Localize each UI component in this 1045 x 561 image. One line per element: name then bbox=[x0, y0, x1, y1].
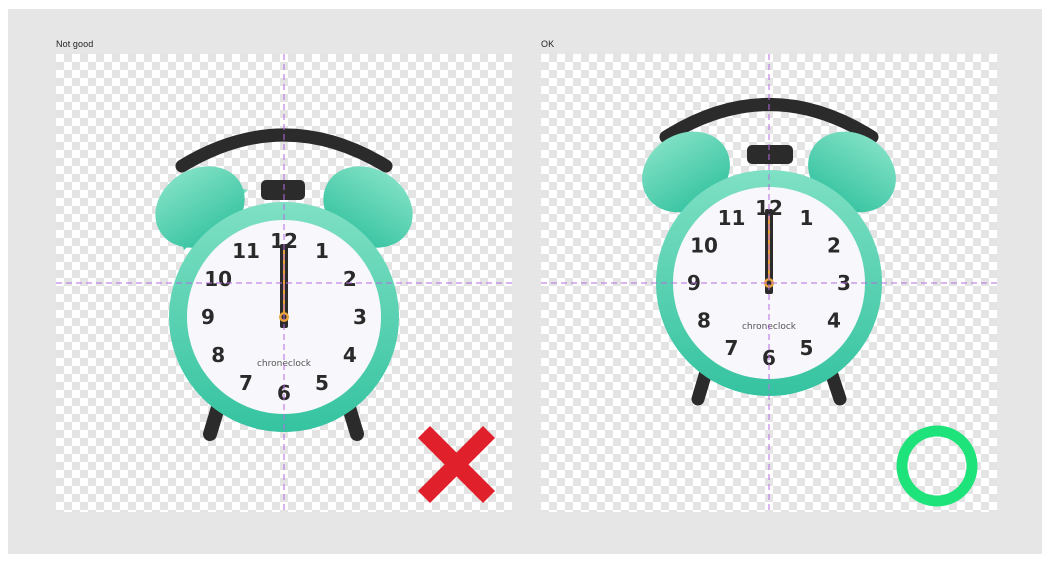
clock-numeral-11: 11 bbox=[232, 239, 260, 263]
clock-hands bbox=[764, 209, 774, 294]
clock-numeral-1: 1 bbox=[315, 239, 329, 263]
clock-numeral-2: 2 bbox=[827, 234, 841, 258]
clock-numeral-9: 9 bbox=[201, 305, 215, 329]
canvas-ok[interactable]: 12 1 2 3 4 5 6 7 8 9 10 11 chroneclock bbox=[541, 54, 997, 512]
clock-numeral-4: 4 bbox=[827, 309, 841, 333]
artboard-background: Not good 12 1 2 3 4 5 6 7 8 9 10 11 chro… bbox=[8, 9, 1042, 554]
clock-numeral-4: 4 bbox=[343, 343, 357, 367]
clock-illustration-not-good: 12 1234567891011 chroneclock bbox=[56, 54, 512, 512]
clock-numeral-5: 5 bbox=[315, 371, 329, 395]
cross-mark-icon bbox=[417, 425, 496, 504]
clock-numeral-10: 10 bbox=[690, 234, 718, 258]
clock-numeral-7: 7 bbox=[725, 336, 739, 360]
clock-numeral-2: 2 bbox=[343, 267, 357, 291]
clock-numeral-3: 3 bbox=[353, 305, 367, 329]
circle-mark-icon bbox=[896, 425, 978, 507]
clock-numeral-5: 5 bbox=[800, 336, 814, 360]
clock-numeral-8: 8 bbox=[697, 309, 711, 333]
canvas-not-good[interactable]: 12 1 2 3 4 5 6 7 8 9 10 11 chroneclock bbox=[56, 54, 512, 512]
clock-top-button bbox=[261, 180, 305, 200]
clock-numeral-7: 7 bbox=[239, 371, 253, 395]
clock-illustration-ok: 12 1234567891011 chroneclock bbox=[541, 54, 997, 512]
panel-label-ok: OK bbox=[541, 39, 555, 49]
clock-numeral-10: 10 bbox=[204, 267, 232, 291]
clock-numeral-11: 11 bbox=[718, 206, 746, 230]
panel-label-not-good: Not good bbox=[56, 39, 94, 49]
clock-numeral-1: 1 bbox=[800, 206, 814, 230]
clock-top-button bbox=[747, 145, 793, 164]
clock-numeral-8: 8 bbox=[211, 343, 225, 367]
